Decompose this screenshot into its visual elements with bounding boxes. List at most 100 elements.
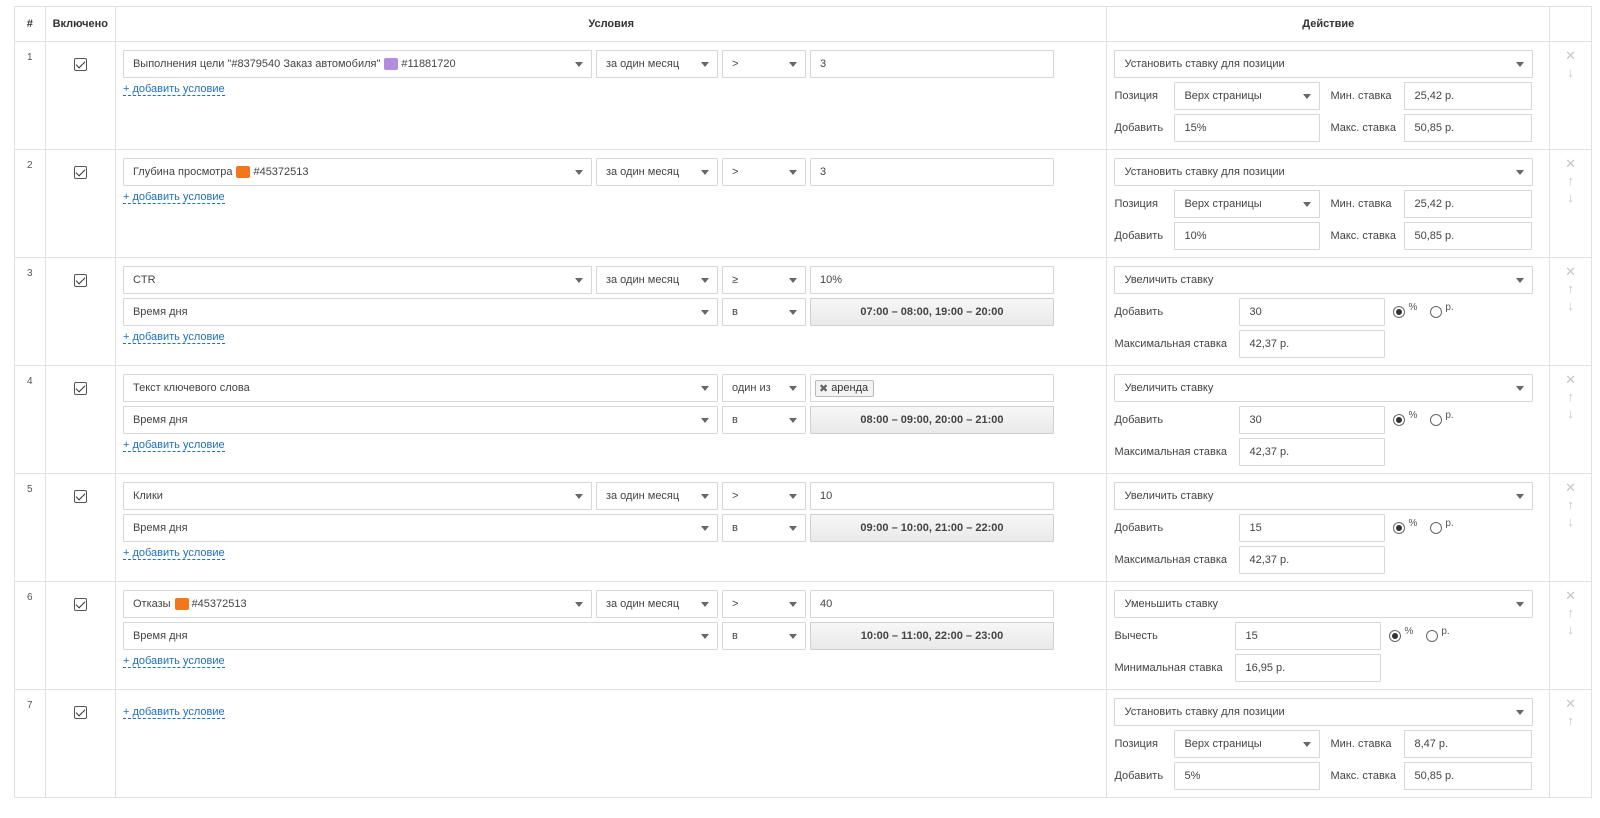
delete-icon[interactable]: ✕ [1550, 48, 1591, 65]
max-bid-input[interactable]: 50,85 р. [1404, 114, 1533, 142]
condition-value-input[interactable]: 10 [809, 482, 1054, 510]
condition-metric-select[interactable]: CTR [122, 266, 592, 294]
condition-operator-select[interactable]: > [721, 482, 806, 510]
add-condition-link[interactable]: + добавить условие [122, 439, 225, 452]
delete-icon[interactable]: ✕ [1550, 480, 1591, 497]
rub-radio[interactable] [1430, 522, 1443, 534]
condition-operator-select[interactable]: в [721, 406, 806, 434]
delete-icon[interactable]: ✕ [1550, 264, 1591, 281]
rub-radio[interactable] [1430, 306, 1443, 318]
condition-operator-select[interactable]: в [721, 298, 806, 326]
arrow-down-icon[interactable]: ↓ [1550, 298, 1591, 315]
min-bid-input[interactable]: 25,42 р. [1404, 190, 1533, 218]
condition-metric-select[interactable]: Время дня [122, 298, 718, 326]
condition-metric-select[interactable]: Время дня [122, 406, 718, 434]
condition-operator-select[interactable]: ≥ [721, 266, 806, 294]
rule-enabled-checkbox[interactable] [73, 382, 87, 395]
rule-enabled-checkbox[interactable] [73, 706, 87, 719]
action-type-select[interactable]: Уменьшить ставку [1114, 590, 1534, 618]
rule-enabled-checkbox[interactable] [73, 274, 87, 287]
max-bid-input[interactable]: 50,85 р. [1404, 222, 1533, 250]
remove-tag-icon[interactable]: ✖ [819, 382, 828, 395]
arrow-up-icon[interactable]: ↑ [1550, 389, 1591, 406]
add-condition-link[interactable]: + добавить условие [122, 83, 225, 96]
condition-period-select[interactable]: за один месяц [595, 266, 718, 294]
condition-metric-select[interactable]: Глубина просмотра #45372513 [122, 158, 592, 186]
arrow-down-icon[interactable]: ↓ [1550, 406, 1591, 423]
condition-value-input[interactable]: 3 [809, 50, 1054, 78]
condition-value-input[interactable]: 3 [809, 158, 1054, 186]
arrow-down-icon[interactable]: ↓ [1550, 65, 1591, 82]
time-range-button[interactable]: 09:00 – 10:00, 21:00 – 22:00 [809, 514, 1054, 542]
limit-input[interactable]: 42,37 р. [1239, 546, 1386, 574]
condition-period-select[interactable]: за один месяц [595, 158, 718, 186]
condition-operator-select[interactable]: > [721, 158, 806, 186]
limit-input[interactable]: 16,95 р. [1235, 654, 1382, 682]
rub-radio[interactable] [1426, 630, 1439, 642]
arrow-down-icon[interactable]: ↓ [1550, 514, 1591, 531]
condition-metric-select[interactable]: Время дня [122, 514, 718, 542]
add-condition-link[interactable]: + добавить условие [122, 655, 225, 668]
add-input[interactable]: 5% [1174, 762, 1321, 790]
arrow-up-icon[interactable]: ↑ [1550, 173, 1591, 190]
condition-metric-select[interactable]: Отказы #45372513 [122, 590, 592, 618]
add-input[interactable]: 10% [1174, 222, 1321, 250]
arrow-up-icon[interactable]: ↑ [1550, 281, 1591, 298]
rule-enabled-checkbox[interactable] [73, 58, 87, 71]
time-range-button[interactable]: 08:00 – 09:00, 20:00 – 21:00 [809, 406, 1054, 434]
delete-icon[interactable]: ✕ [1550, 696, 1591, 713]
limit-input[interactable]: 42,37 р. [1239, 330, 1386, 358]
arrow-down-icon[interactable]: ↓ [1550, 190, 1591, 207]
condition-operator-select[interactable]: в [721, 514, 806, 542]
arrow-up-icon[interactable]: ↑ [1550, 497, 1591, 514]
add-input[interactable]: 30 [1239, 298, 1386, 326]
arrow-down-icon[interactable]: ↓ [1550, 622, 1591, 639]
arrow-up-icon[interactable]: ↑ [1550, 713, 1591, 730]
rub-radio[interactable] [1430, 414, 1443, 426]
action-type-select[interactable]: Установить ставку для позиции [1114, 50, 1534, 78]
add-input[interactable]: 15% [1174, 114, 1321, 142]
add-condition-link[interactable]: + добавить условие [122, 547, 225, 560]
subtract-input[interactable]: 15 [1235, 622, 1382, 650]
rule-enabled-checkbox[interactable] [73, 490, 87, 503]
percent-radio[interactable] [1393, 306, 1406, 318]
condition-period-select[interactable]: за один месяц [595, 50, 718, 78]
add-input[interactable]: 30 [1239, 406, 1386, 434]
delete-icon[interactable]: ✕ [1550, 156, 1591, 173]
condition-operator-select[interactable]: один из [721, 374, 806, 402]
action-type-select[interactable]: Установить ставку для позиции [1114, 158, 1534, 186]
position-select[interactable]: Верх страницы [1174, 82, 1321, 110]
add-input[interactable]: 15 [1239, 514, 1386, 542]
rule-enabled-checkbox[interactable] [73, 598, 87, 611]
position-select[interactable]: Верх страницы [1174, 730, 1321, 758]
limit-input[interactable]: 42,37 р. [1239, 438, 1386, 466]
condition-period-select[interactable]: за один месяц [595, 482, 718, 510]
percent-radio[interactable] [1389, 630, 1402, 642]
percent-radio[interactable] [1393, 522, 1406, 534]
action-type-select[interactable]: Увеличить ставку [1114, 482, 1534, 510]
delete-icon[interactable]: ✕ [1550, 588, 1591, 605]
condition-metric-select[interactable]: Текст ключевого слова [122, 374, 718, 402]
max-bid-input[interactable]: 50,85 р. [1404, 762, 1533, 790]
min-bid-input[interactable]: 25,42 р. [1404, 82, 1533, 110]
action-type-select[interactable]: Установить ставку для позиции [1114, 698, 1534, 726]
condition-value-input[interactable]: 10% [809, 266, 1054, 294]
action-type-select[interactable]: Увеличить ставку [1114, 266, 1534, 294]
delete-icon[interactable]: ✕ [1550, 372, 1591, 389]
time-range-button[interactable]: 07:00 – 08:00, 19:00 – 20:00 [809, 298, 1054, 326]
condition-metric-select[interactable]: Выполнения цели "#8379540 Заказ автомоби… [122, 50, 592, 78]
percent-radio[interactable] [1393, 414, 1406, 426]
rule-enabled-checkbox[interactable] [73, 166, 87, 179]
arrow-up-icon[interactable]: ↑ [1550, 605, 1591, 622]
condition-period-select[interactable]: за один месяц [595, 590, 718, 618]
condition-operator-select[interactable]: > [721, 590, 806, 618]
condition-metric-select[interactable]: Клики [122, 482, 592, 510]
action-type-select[interactable]: Увеличить ставку [1114, 374, 1534, 402]
add-condition-link[interactable]: + добавить условие [122, 191, 225, 204]
keyword-tags-input[interactable]: ✖ аренда [809, 374, 1054, 402]
condition-operator-select[interactable]: в [721, 622, 806, 650]
position-select[interactable]: Верх страницы [1174, 190, 1321, 218]
add-condition-link[interactable]: + добавить условие [122, 706, 225, 719]
condition-value-input[interactable]: 40 [809, 590, 1054, 618]
add-condition-link[interactable]: + добавить условие [122, 331, 225, 344]
